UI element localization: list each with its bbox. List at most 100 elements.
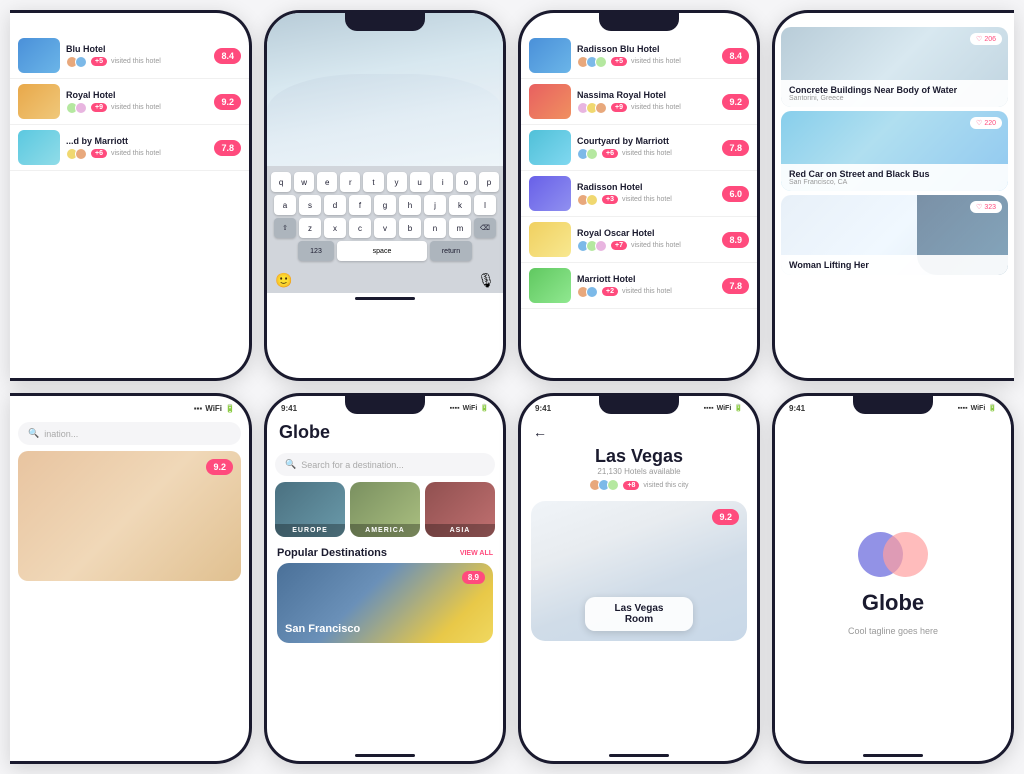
globe-app-name: Globe (862, 590, 924, 616)
sf-destination-card[interactable]: 8.9 San Francisco (277, 563, 493, 643)
card-info-3: Woman Lifting Her (781, 255, 1008, 275)
home-indicator (863, 754, 923, 757)
key-q[interactable]: q (271, 172, 291, 192)
key-x[interactable]: x (324, 218, 346, 238)
key-h[interactable]: h (399, 195, 421, 215)
hotel-name: Royal Hotel (66, 90, 208, 100)
key-b[interactable]: b (399, 218, 421, 238)
key-l[interactable]: l (474, 195, 496, 215)
card-info-1: Concrete Buildings Near Body of Water Sa… (781, 80, 1008, 107)
rating-badge: 6.0 (722, 186, 749, 202)
app-title: Globe (267, 416, 503, 447)
hotel-item[interactable]: Radisson Hotel +3 visited this hotel 6.0 (521, 171, 757, 217)
key-return[interactable]: return (430, 241, 472, 261)
view-all-button[interactable]: VIEW ALL (460, 550, 493, 557)
key-z[interactable]: z (299, 218, 321, 238)
notch (599, 13, 679, 31)
hotels-count: 21,130 Hotels available (521, 467, 757, 476)
key-a[interactable]: a (274, 195, 296, 215)
key-w[interactable]: w (294, 172, 314, 192)
hotel-name: Radisson Blu Hotel (577, 44, 716, 54)
time: 9:41 (535, 404, 551, 413)
search-bar[interactable]: 🔍 Search for a destination... (275, 453, 495, 476)
destination-card-1[interactable]: ♡206 Concrete Buildings Near Body of Wat… (781, 27, 1008, 107)
key-p[interactable]: p (479, 172, 499, 192)
status-icons: ▪▪▪WiFi🔋 (194, 404, 235, 413)
status-icons: ▪▪▪▪ WiFi 🔋 (958, 404, 997, 412)
key-t[interactable]: t (363, 172, 383, 192)
region-america[interactable]: AMERICA (350, 482, 420, 537)
keyboard-row-3: ⇧ z x c v b n m ⌫ (271, 218, 499, 238)
key-u[interactable]: u (410, 172, 430, 192)
time: 9:41 (789, 404, 805, 413)
city-info: Las Vegas 21,130 Hotels available +8 vis… (521, 442, 757, 495)
key-o[interactable]: o (456, 172, 476, 192)
region-europe[interactable]: EUROPE (275, 482, 345, 537)
rating-badge: 8.9 (722, 232, 749, 248)
key-d[interactable]: d (324, 195, 346, 215)
region-grid: EUROPE AMERICA ASIA (275, 482, 495, 537)
hotel-item[interactable]: Royal Oscar Hotel +7 visited this hotel … (521, 217, 757, 263)
card-subtitle-2: San Francisco, CA (789, 179, 1000, 186)
key-s[interactable]: s (299, 195, 321, 215)
key-g[interactable]: g (374, 195, 396, 215)
mic-icon[interactable]: 🎙 (477, 272, 495, 289)
phone-las-vegas: 9:41 ▪▪▪▪ WiFi 🔋 ← Las Vegas 21,130 Hote… (518, 393, 760, 764)
sf-rating: 8.9 (462, 571, 485, 584)
key-e[interactable]: e (317, 172, 337, 192)
phone-destinations: ♡206 Concrete Buildings Near Body of Wat… (772, 10, 1014, 381)
search-bar[interactable]: 🔍 ination... (18, 422, 241, 445)
hotel-item[interactable]: Radisson Blu Hotel +5 visited this hotel… (521, 33, 757, 79)
hotel-item[interactable]: Marriott Hotel +2 visited this hotel 7.8 (521, 263, 757, 309)
circle-pink (883, 532, 928, 577)
key-space[interactable]: space (337, 241, 427, 261)
likes-badge-1: ♡206 (970, 33, 1002, 45)
keyboard-row-4: 123 space return (271, 241, 499, 261)
notch (345, 13, 425, 31)
phone-globe-logo: 9:41 ▪▪▪▪ WiFi 🔋 Globe Cool tagline goes… (772, 393, 1014, 764)
hotel-item[interactable]: Courtyard by Marriott +6 visited this ho… (521, 125, 757, 171)
key-f[interactable]: f (349, 195, 371, 215)
search-icon: 🔍 (28, 428, 39, 439)
card-subtitle-1: Santorini, Greece (789, 95, 1000, 102)
key-123[interactable]: 123 (298, 241, 334, 261)
hotel-name: Nassima Royal Hotel (577, 90, 716, 100)
key-i[interactable]: i (433, 172, 453, 192)
key-v[interactable]: v (374, 218, 396, 238)
hotel-item: ...d by Marriott +6 visited this hotel 7… (10, 125, 249, 171)
rating-badge: 7.8 (214, 140, 241, 156)
region-asia[interactable]: ASIA (425, 482, 495, 537)
emoji-icon[interactable]: 🙂 (275, 272, 292, 289)
destination-card-2[interactable]: ♡220 Red Car on Street and Black Bus San… (781, 111, 1008, 191)
region-label-europe: EUROPE (275, 524, 345, 537)
splash-screen: Globe Cool tagline goes here (775, 416, 1011, 750)
status-bar: ▪▪▪WiFi🔋 (10, 396, 249, 416)
key-y[interactable]: y (387, 172, 407, 192)
key-k[interactable]: k (449, 195, 471, 215)
key-shift[interactable]: ⇧ (274, 218, 296, 238)
card-info-2: Red Car on Street and Black Bus San Fran… (781, 164, 1008, 191)
destination-card-3[interactable]: ♡323 Woman Lifting Her (781, 195, 1008, 275)
notch (345, 396, 425, 414)
notch (599, 396, 679, 414)
key-m[interactable]: m (449, 218, 471, 238)
hotel-item[interactable]: Nassima Royal Hotel +9 visited this hote… (521, 79, 757, 125)
rating-badge: 7.8 (722, 278, 749, 294)
rating-badge: 8.4 (722, 48, 749, 64)
phone-globe-main: 9:41 ▪▪▪▪ WiFi 🔋 Globe 🔍 Search for a de… (264, 393, 506, 764)
card-title-2: Red Car on Street and Black Bus (789, 169, 1000, 179)
likes-badge-3: ♡323 (970, 201, 1002, 213)
key-c[interactable]: c (349, 218, 371, 238)
key-delete[interactable]: ⌫ (474, 218, 496, 238)
home-indicator (355, 754, 415, 757)
key-n[interactable]: n (424, 218, 446, 238)
hotel-item: Blu Hotel +5 visited this hotel 8.4 (10, 33, 249, 79)
key-j[interactable]: j (424, 195, 446, 215)
back-button[interactable]: ← (521, 416, 757, 442)
sf-name: San Francisco (285, 623, 360, 635)
hotel-name: Marriott Hotel (577, 274, 716, 284)
status-icons: ▪▪▪▪ WiFi 🔋 (704, 404, 743, 412)
keyboard-row-2: a s d f g h j k l (271, 195, 499, 215)
key-r[interactable]: r (340, 172, 360, 192)
search-placeholder: Search for a destination... (301, 460, 404, 470)
